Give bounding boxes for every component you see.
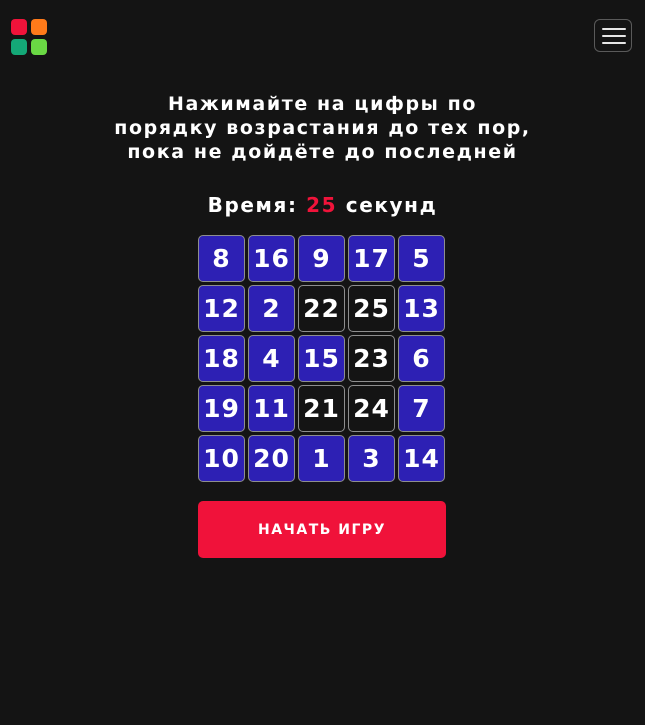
timer-value: 25 <box>306 193 338 217</box>
game-instructions: Нажимайте на цифры по порядку возрастани… <box>0 92 645 164</box>
number-tile[interactable]: 13 <box>398 285 445 332</box>
number-tile[interactable]: 22 <box>298 285 345 332</box>
logo-square-teal <box>11 39 27 55</box>
number-tile[interactable]: 23 <box>348 335 395 382</box>
number-tile[interactable]: 16 <box>248 235 295 282</box>
instructions-line: порядку возрастания до тех пор, <box>114 117 531 139</box>
timer-label: Время: <box>207 193 298 217</box>
number-tile[interactable]: 25 <box>348 285 395 332</box>
number-tile[interactable]: 24 <box>348 385 395 432</box>
timer-unit: секунд <box>345 193 438 217</box>
number-tile[interactable]: 18 <box>198 335 245 382</box>
number-tile[interactable]: 20 <box>248 435 295 482</box>
number-tile[interactable]: 15 <box>298 335 345 382</box>
number-tile[interactable]: 3 <box>348 435 395 482</box>
number-tile[interactable]: 10 <box>198 435 245 482</box>
number-tile[interactable]: 7 <box>398 385 445 432</box>
page: Нажимайте на цифры по порядку возрастани… <box>0 0 645 725</box>
number-tile[interactable]: 17 <box>348 235 395 282</box>
number-tile[interactable]: 2 <box>248 285 295 332</box>
number-tile[interactable]: 4 <box>248 335 295 382</box>
start-game-button[interactable]: НАЧАТЬ ИГРУ <box>198 501 446 558</box>
number-tile[interactable]: 9 <box>298 235 345 282</box>
logo-square-orange <box>31 19 47 35</box>
number-tile[interactable]: 19 <box>198 385 245 432</box>
number-tile[interactable]: 6 <box>398 335 445 382</box>
number-tile[interactable]: 21 <box>298 385 345 432</box>
instructions-line: пока не дойдёте до последней <box>127 141 518 163</box>
number-tile[interactable]: 14 <box>398 435 445 482</box>
instructions-line: Нажимайте на цифры по <box>167 93 478 115</box>
logo-square-red <box>11 19 27 35</box>
number-tile[interactable]: 8 <box>198 235 245 282</box>
hamburger-menu-button[interactable] <box>594 19 632 52</box>
number-tile[interactable]: 1 <box>298 435 345 482</box>
app-logo[interactable] <box>11 19 47 55</box>
number-tile[interactable]: 5 <box>398 235 445 282</box>
timer: Время: 25 секунд <box>0 192 645 218</box>
number-grid: 8 16 9 17 5 12 2 22 25 13 18 4 15 23 6 19 11 21 24 7 10 20 1 3 1… <box>197 234 447 484</box>
number-tile[interactable]: 12 <box>198 285 245 332</box>
number-tile[interactable]: 11 <box>248 385 295 432</box>
logo-square-green <box>31 39 47 55</box>
